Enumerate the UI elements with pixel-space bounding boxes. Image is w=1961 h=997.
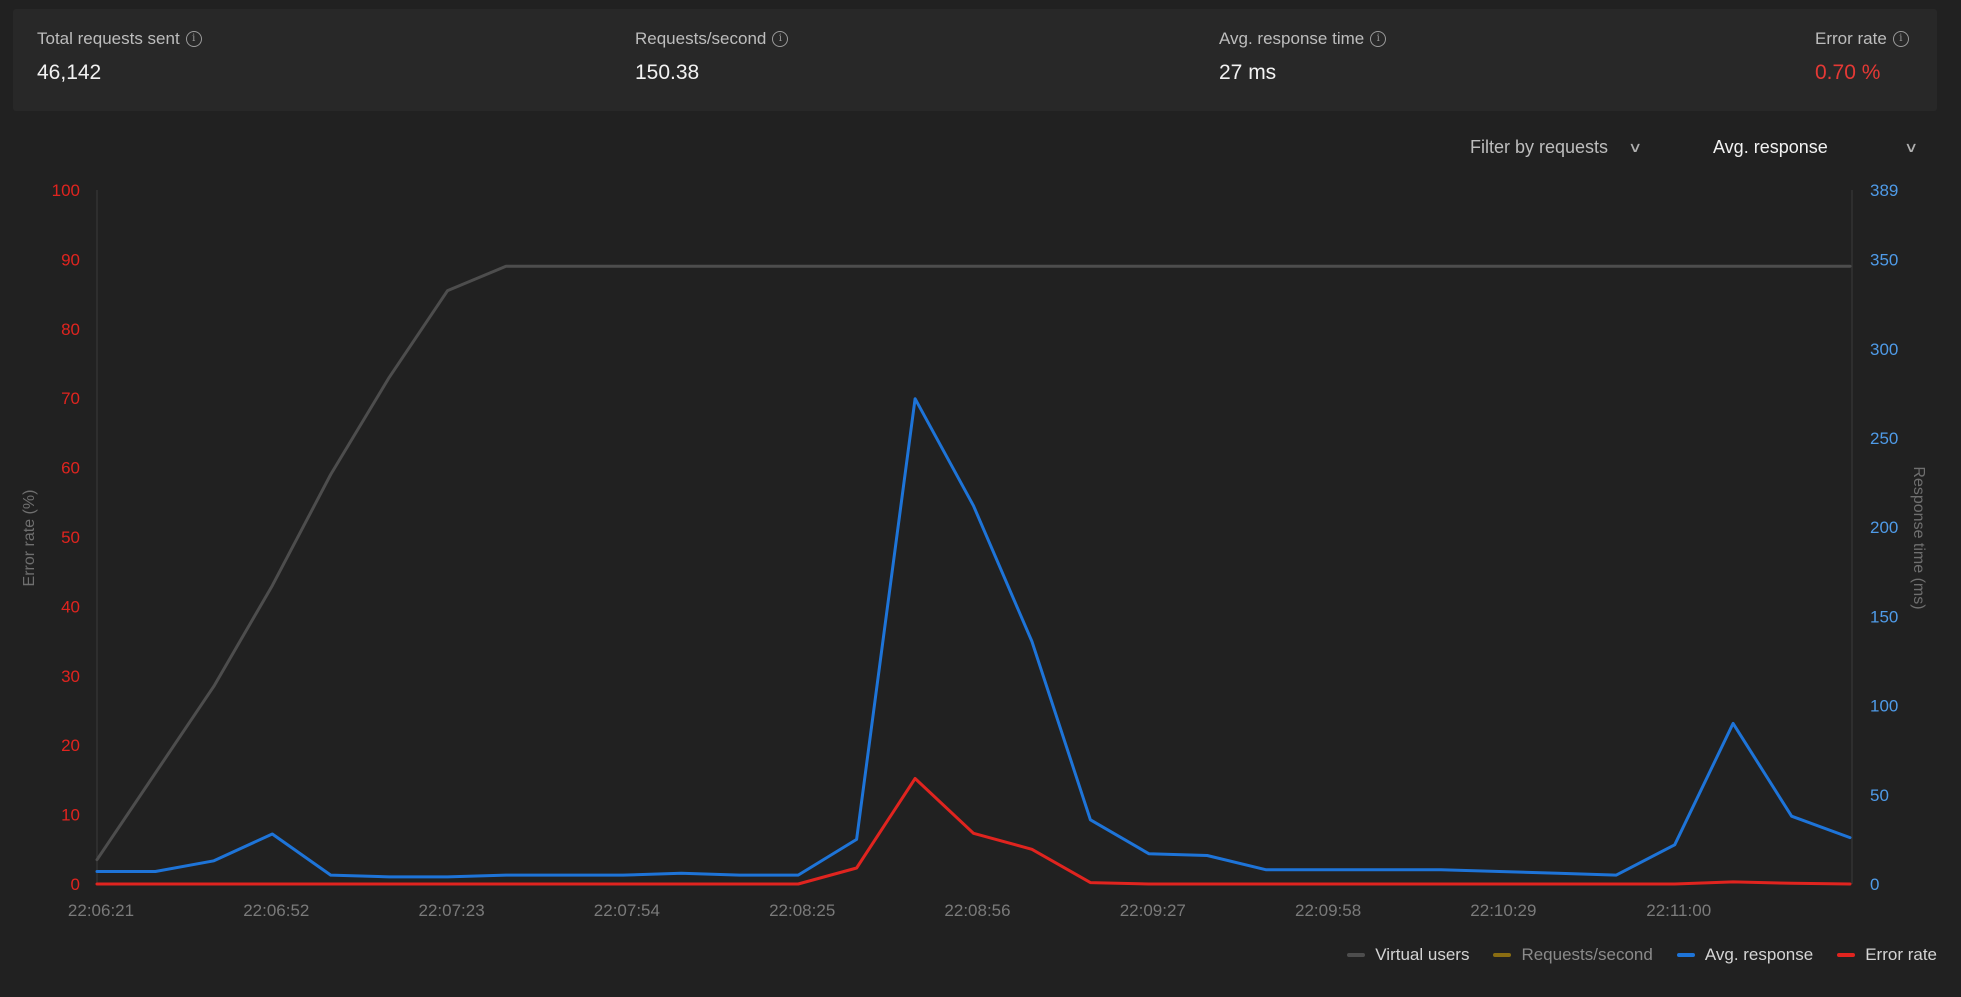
- legend-swatch: [1676, 953, 1695, 957]
- x-tick-label: 22:10:29: [1470, 901, 1536, 920]
- legend-label: Error rate: [1865, 945, 1937, 964]
- right-tick-label: 200: [1870, 518, 1898, 537]
- right-tick-label: 350: [1870, 251, 1898, 270]
- chart-legend: Virtual users Requests/second Avg. respo…: [1347, 945, 1937, 965]
- left-tick-label: 10: [61, 806, 80, 825]
- right-tick-label: 250: [1870, 429, 1898, 448]
- legend-label: Avg. response: [1704, 945, 1814, 964]
- x-tick-label: 22:06:52: [243, 901, 309, 920]
- left-tick-label: 30: [61, 667, 80, 686]
- right-tick-label: 0: [1870, 875, 1879, 894]
- series-line-error-rate: [95, 777, 1852, 886]
- line-chart: 0 10 20 30 40 50 60 70 80 90 100 0 50 100 150 200 250 30…: [21, 181, 1927, 920]
- legend-label: Requests/second: [1521, 945, 1653, 964]
- legend-item-requests-per-second[interactable]: Requests/second: [1493, 945, 1653, 965]
- left-tick-label: 40: [61, 597, 80, 616]
- legend-swatch: [1837, 953, 1856, 957]
- left-tick-label: 90: [61, 250, 80, 269]
- legend-swatch: [1493, 953, 1512, 957]
- x-tick-label: 22:09:27: [1120, 901, 1186, 920]
- left-axis-label: Error rate (%): [21, 490, 38, 587]
- x-tick-label: 22:07:54: [594, 901, 660, 920]
- left-tick-label: 80: [61, 320, 80, 339]
- x-tick-label: 22:08:25: [769, 901, 835, 920]
- right-axis-label: Response time (ms): [1910, 466, 1927, 609]
- x-tick-label: 22:11:00: [1646, 901, 1711, 920]
- left-tick-label: 60: [61, 459, 80, 478]
- legend-item-error-rate[interactable]: Error rate: [1837, 945, 1937, 965]
- legend-label: Virtual users: [1375, 945, 1470, 964]
- x-tick-label: 22:08:56: [944, 901, 1010, 920]
- left-tick-label: 20: [61, 736, 80, 755]
- legend-item-avg-response[interactable]: Avg. response: [1676, 945, 1814, 965]
- right-tick-label: 300: [1870, 340, 1898, 359]
- left-tick-label: 50: [61, 528, 80, 547]
- x-tick-label: 22:06:21: [68, 901, 134, 920]
- right-tick-label: 389: [1870, 181, 1898, 200]
- left-tick-label: 100: [52, 181, 80, 200]
- right-tick-label: 150: [1870, 607, 1898, 626]
- series-line-avg-response: [95, 397, 1852, 879]
- right-tick-label: 100: [1870, 697, 1898, 716]
- x-tick-label: 22:09:58: [1295, 901, 1361, 920]
- legend-swatch: [1347, 953, 1366, 957]
- x-tick-label: 22:07:23: [419, 901, 485, 920]
- left-tick-label: 0: [71, 875, 80, 894]
- legend-item-virtual-users[interactable]: Virtual users: [1347, 945, 1469, 965]
- series-line-virtual-users: [95, 264, 1852, 862]
- left-tick-label: 70: [61, 389, 80, 408]
- right-tick-label: 50: [1870, 786, 1889, 805]
